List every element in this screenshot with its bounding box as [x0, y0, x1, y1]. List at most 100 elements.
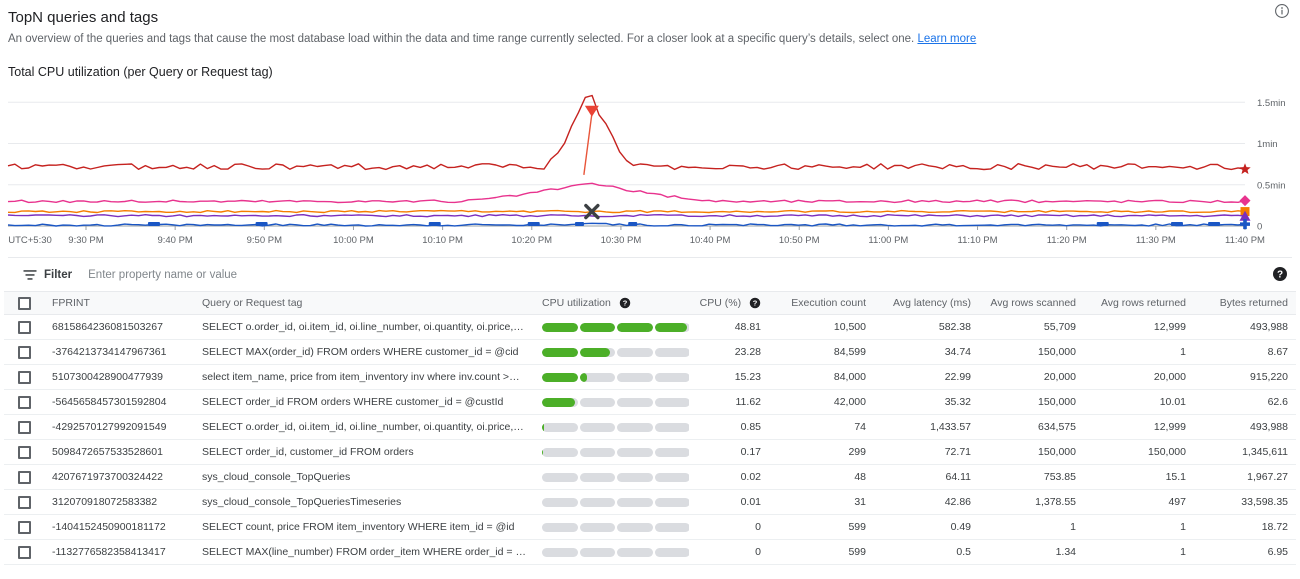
table-row[interactable]: -3764213734147967361 SELECT MAX(order_id)…: [4, 339, 1296, 365]
x-axis-tick-label: 11:20 PM: [1047, 235, 1087, 246]
table-row[interactable]: 6815864236081503267 SELECT o.order_id, oi…: [4, 314, 1296, 340]
row-select-cell: [4, 339, 44, 365]
cell-cpu-utilization-bar: [534, 389, 689, 415]
cpu-utilization-bar: [542, 347, 689, 357]
x-axis-tick-label: 11:40 PM: [1225, 235, 1265, 246]
cpu-bar-segment: [579, 447, 615, 457]
x-axis-tick-label: 10:40 PM: [690, 235, 731, 246]
cpu-bar-segment: [654, 447, 689, 457]
cell-query: sys_cloud_console_TopQueriesTimeseries: [194, 489, 534, 515]
row-checkbox[interactable]: [17, 495, 31, 509]
page-description-text: An overview of the queries and tags that…: [8, 33, 918, 45]
cpu-utilization-help-icon[interactable]: ?: [619, 297, 631, 309]
blue-event-tick: [1096, 222, 1109, 226]
learn-more-link[interactable]: Learn more: [917, 33, 976, 45]
row-checkbox[interactable]: [17, 320, 31, 334]
row-select-cell: [4, 364, 44, 390]
cell-cpu-percent: 0: [689, 514, 769, 540]
row-checkbox[interactable]: [17, 345, 31, 359]
help-icon[interactable]: ?: [1272, 266, 1288, 282]
row-checkbox[interactable]: [17, 445, 31, 459]
spike-connector-line: [583, 113, 593, 175]
table-row[interactable]: -5645658457301592804 SELECT order_id FROM…: [4, 389, 1296, 415]
column-header-cpu-percent[interactable]: CPU (%) ?: [689, 291, 769, 315]
blue-event-tick: [147, 222, 160, 226]
cell-query: sys_cloud_console_TopQueries: [194, 464, 534, 490]
row-checkbox[interactable]: [17, 370, 31, 384]
blue-event-tick: [1208, 222, 1221, 226]
cell-query: SELECT MAX(line_number) FROM order_item …: [194, 539, 534, 565]
column-header-cpu-utilization[interactable]: CPU utilization ?: [534, 291, 689, 315]
y-axis-tick-label: 1.5min: [1257, 98, 1286, 109]
table-row[interactable]: 5098472657533528601 SELECT order_id, cust…: [4, 439, 1296, 465]
table-row[interactable]: 312070918072583382 sys_cloud_console_TopQ…: [4, 489, 1296, 515]
cell-fprint: -5645658457301592804: [44, 389, 194, 415]
y-axis-tick-label: 1min: [1257, 139, 1278, 150]
chart-line-series-orange-square[interactable]: [7, 209, 1246, 214]
cell-avg-latency: 0.49: [874, 514, 979, 540]
x-axis-tick-label: 10:30 PM: [601, 235, 642, 246]
cell-fprint: 5098472657533528601: [44, 439, 194, 465]
cpu-bar-segment: [617, 497, 653, 507]
cpu-bar-segment: [542, 447, 578, 457]
cell-avg-rows-returned: 12,999: [1084, 314, 1194, 340]
cell-cpu-utilization-bar: [534, 514, 689, 540]
cell-cpu-percent: 0.01: [689, 489, 769, 515]
row-checkbox[interactable]: [17, 470, 31, 484]
cell-cpu-percent: 11.62: [689, 389, 769, 415]
row-checkbox[interactable]: [17, 395, 31, 409]
column-header-avg-rows-returned[interactable]: Avg rows returned: [1084, 291, 1194, 315]
row-checkbox[interactable]: [17, 420, 31, 434]
cell-avg-rows-scanned: 55,709: [979, 314, 1084, 340]
chart-line-series-purple-triangle[interactable]: [7, 214, 1246, 218]
blue-event-tick: [628, 222, 638, 226]
cell-avg-latency: 1,433.57: [874, 414, 979, 440]
cell-avg-latency: 34.74: [874, 339, 979, 365]
chart-line-series-red-star[interactable]: [7, 94, 1246, 171]
column-header-bytes-returned[interactable]: Bytes returned: [1194, 291, 1296, 315]
column-header-avg-rows-scanned[interactable]: Avg rows scanned: [979, 291, 1084, 315]
filter-input[interactable]: [86, 267, 487, 282]
column-header-query[interactable]: Query or Request tag: [194, 291, 534, 315]
table-row[interactable]: -4292570127992091549 SELECT o.order_id, o…: [4, 414, 1296, 440]
cell-cpu-utilization-bar: [534, 464, 689, 490]
cpu-bar-segment: [542, 322, 578, 332]
table-row[interactable]: -1132776582358413417 SELECT MAX(line_numb…: [4, 539, 1296, 565]
info-icon[interactable]: [1274, 3, 1290, 19]
cell-execution-count: 599: [769, 539, 874, 565]
cell-avg-rows-scanned: 1.34: [979, 539, 1084, 565]
column-header-execution-count[interactable]: Execution count: [769, 291, 874, 315]
table-row[interactable]: 4207671973700324422 sys_cloud_console_Top…: [4, 464, 1296, 490]
cell-execution-count: 84,599: [769, 339, 874, 365]
cpu-percent-help-icon[interactable]: ?: [749, 297, 761, 309]
cell-query: select item_name, price from item_invent…: [194, 364, 534, 390]
cell-avg-latency: 42.86: [874, 489, 979, 515]
x-axis-tick-label: 11:10 PM: [958, 235, 998, 246]
cell-execution-count: 599: [769, 514, 874, 540]
x-axis-tick-label: 10:00 PM: [333, 235, 374, 246]
spike-down-triangle-marker[interactable]: [584, 105, 599, 117]
column-header-avg-latency[interactable]: Avg latency (ms): [874, 291, 979, 315]
table-head: FPRINT Query or Request tag CPU utilizat…: [4, 291, 1296, 315]
cpu-utilization-bar: [542, 422, 689, 432]
row-checkbox[interactable]: [17, 520, 31, 534]
column-header-fprint[interactable]: FPRINT: [44, 291, 194, 315]
filter-icon[interactable]: [22, 267, 38, 283]
table-row[interactable]: -1404152450900181172 SELECT count, price …: [4, 514, 1296, 540]
table-row[interactable]: 5107300428900477939 select item_name, pri…: [4, 364, 1296, 390]
cpu-utilization-chart[interactable]: 1.5min 1min 0.5min 0 UTC+5:30 9:30 PM 9:40 PM 9…: [0, 86, 1300, 251]
cell-cpu-percent: 0: [689, 539, 769, 565]
cpu-utilization-bar: [542, 497, 689, 507]
cpu-bar-segment: [579, 472, 615, 482]
page-description: An overview of the queries and tags that…: [8, 32, 1292, 47]
chart-line-series-pink-diamond[interactable]: [7, 182, 1246, 204]
cpu-bar-segment: [654, 422, 689, 432]
timezone-label: UTC+5:30: [8, 235, 52, 246]
cpu-bar-segment: [654, 372, 689, 382]
x-axis-tick-label: 9:40 PM: [157, 235, 192, 246]
select-all-checkbox[interactable]: [17, 296, 31, 310]
row-select-cell: [4, 514, 44, 540]
row-checkbox[interactable]: [17, 545, 31, 559]
y-axis-tick-label: 0.5min: [1257, 180, 1286, 191]
x-axis-tick-label: 11:00 PM: [868, 235, 908, 246]
